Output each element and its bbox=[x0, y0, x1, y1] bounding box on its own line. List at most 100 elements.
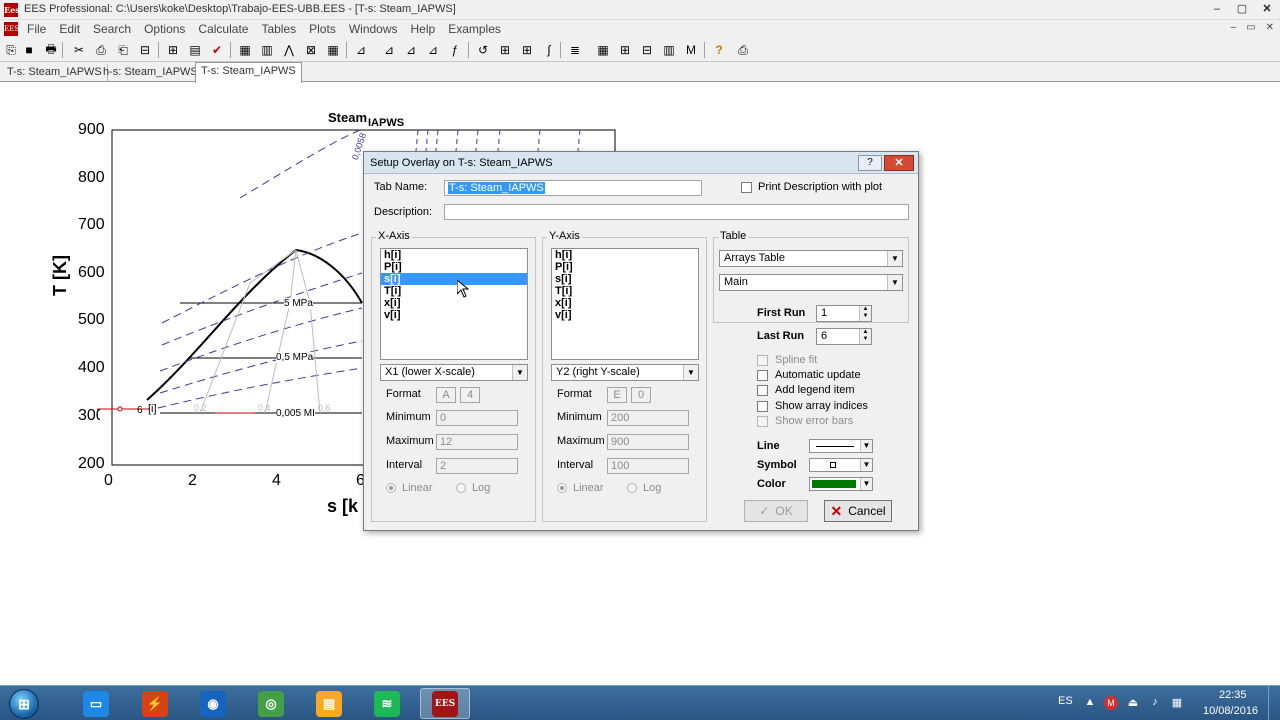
mdi-close-button[interactable]: ✕ bbox=[1266, 22, 1274, 33]
list-item[interactable]: P[i] bbox=[381, 261, 527, 273]
table-icon[interactable]: ▦ bbox=[324, 41, 342, 59]
taskbar-app-explorer[interactable]: ▤ bbox=[304, 688, 354, 719]
list-item[interactable]: h[i] bbox=[381, 249, 527, 261]
edit-plot-icon[interactable]: ⊿ bbox=[424, 41, 442, 59]
x-linear-radio[interactable] bbox=[386, 483, 396, 493]
menu-windows[interactable]: Windows bbox=[349, 22, 398, 36]
unit-conversion-icon[interactable]: ↺ bbox=[474, 41, 492, 59]
y-minimum-input[interactable]: 200 bbox=[607, 410, 689, 426]
x-format-type[interactable]: A bbox=[436, 387, 456, 403]
close-button[interactable]: ✕ bbox=[1255, 2, 1279, 18]
array-table-icon[interactable]: ⊞ bbox=[496, 41, 514, 59]
cut-icon[interactable]: ✂ bbox=[70, 41, 88, 59]
bar-chart-icon[interactable]: ▥ bbox=[660, 41, 678, 59]
parametric-table-icon[interactable]: ▥ bbox=[258, 41, 276, 59]
taskbar-app-firefox[interactable]: ◉ bbox=[188, 688, 238, 719]
menu-help[interactable]: Help bbox=[411, 22, 436, 36]
taskbar-app-chrome[interactable]: ◎ bbox=[246, 688, 296, 719]
subtable-select[interactable]: Main ▼ bbox=[719, 274, 903, 291]
first-run-input[interactable]: 1 ▲ ▼ bbox=[816, 305, 872, 322]
symbol-select[interactable]: ▼ bbox=[809, 458, 873, 472]
list-item[interactable]: x[i] bbox=[552, 297, 698, 309]
tab-hs-steam[interactable]: h-s: Steam_IAPWS bbox=[98, 64, 204, 82]
table-select[interactable]: Arrays Table ▼ bbox=[719, 250, 903, 267]
document-icon[interactable]: EES bbox=[4, 22, 19, 36]
ok-button[interactable]: ✓ OK bbox=[744, 500, 808, 522]
open-folder-icon[interactable]: ⎘ bbox=[2, 41, 20, 59]
mdi-minimize-button[interactable]: – bbox=[1231, 22, 1237, 33]
check-icon[interactable]: ✔ bbox=[208, 41, 226, 59]
x-minimum-input[interactable]: 0 bbox=[436, 410, 518, 426]
show-desktop-button[interactable] bbox=[1268, 686, 1280, 720]
grid-icon[interactable]: ▦ bbox=[594, 41, 612, 59]
automatic-update-checkbox[interactable] bbox=[757, 370, 768, 381]
usb-icon[interactable]: ⏏ bbox=[1126, 696, 1140, 710]
copy-icon[interactable]: ⎗ bbox=[114, 41, 132, 59]
help-icon[interactable]: ? bbox=[710, 41, 728, 59]
y-maximum-input[interactable]: 900 bbox=[607, 434, 689, 450]
x-maximum-input[interactable]: 12 bbox=[436, 434, 518, 450]
paste-icon[interactable]: ⎙ bbox=[92, 41, 110, 59]
list-item[interactable]: T[i] bbox=[381, 285, 527, 297]
y-linear-radio[interactable] bbox=[557, 483, 567, 493]
menu-calculate[interactable]: Calculate bbox=[198, 22, 248, 36]
menu-tables[interactable]: Tables bbox=[261, 22, 296, 36]
y-scale-select[interactable]: Y2 (right Y-scale) ▼ bbox=[551, 364, 699, 381]
menu-options[interactable]: Options bbox=[144, 22, 185, 36]
list-item[interactable]: v[i] bbox=[381, 309, 527, 321]
print-icon[interactable]: 🖶 bbox=[42, 41, 60, 59]
dialog-close-button[interactable]: ✕ bbox=[884, 155, 914, 171]
list-item[interactable]: v[i] bbox=[552, 309, 698, 321]
formatted-equations-icon[interactable]: ⊞ bbox=[164, 41, 182, 59]
list-item[interactable]: x[i] bbox=[381, 297, 527, 309]
overlay-plot-icon[interactable]: ⊿ bbox=[380, 41, 398, 59]
y-interval-input[interactable]: 100 bbox=[607, 458, 689, 474]
start-button[interactable]: ⊞ bbox=[4, 687, 44, 720]
y-format-type[interactable]: E bbox=[607, 387, 627, 403]
line-style-select[interactable]: ▼ bbox=[809, 439, 873, 453]
list-item[interactable]: s[i] bbox=[381, 273, 527, 285]
diagram-icon[interactable]: ⎙ bbox=[734, 41, 752, 59]
function-info-icon[interactable]: ƒ bbox=[446, 41, 464, 59]
report-icon[interactable]: ≣ bbox=[566, 41, 584, 59]
chart-icon[interactable]: ⊟ bbox=[638, 41, 656, 59]
menu-edit[interactable]: Edit bbox=[59, 22, 80, 36]
network-icon[interactable]: ▦ bbox=[1170, 696, 1184, 710]
description-input[interactable] bbox=[444, 204, 909, 220]
map-icon[interactable]: ⊞ bbox=[616, 41, 634, 59]
macro-icon[interactable]: M bbox=[682, 41, 700, 59]
x-log-radio[interactable] bbox=[456, 483, 466, 493]
y-axis-listbox[interactable]: h[i] P[i] s[i] T[i] x[i] v[i] bbox=[551, 248, 699, 360]
property-plot-icon[interactable]: ⊿ bbox=[402, 41, 420, 59]
x-axis-listbox[interactable]: h[i] P[i] s[i] T[i] x[i] v[i] bbox=[380, 248, 528, 360]
add-legend-checkbox[interactable] bbox=[757, 385, 768, 396]
tab-ts-steam-active[interactable]: T-s: Steam_IAPWS bbox=[195, 62, 302, 83]
maximize-button[interactable]: ▢ bbox=[1230, 2, 1254, 18]
dialog-help-button[interactable]: ? bbox=[858, 155, 882, 171]
show-hidden-icons-icon[interactable]: ▲ bbox=[1083, 696, 1097, 710]
ees-app-icon[interactable]: Ees bbox=[4, 3, 20, 17]
y-format-digits[interactable]: 0 bbox=[631, 387, 651, 403]
spinner-icon[interactable]: ▲ ▼ bbox=[859, 329, 871, 344]
taskbar-app-ees[interactable]: EES bbox=[420, 688, 470, 719]
integral-table-icon[interactable]: ∫ bbox=[540, 41, 558, 59]
print-description-checkbox[interactable] bbox=[741, 182, 752, 193]
cancel-button[interactable]: ✕ Cancel bbox=[824, 500, 892, 522]
antivirus-icon[interactable]: M bbox=[1104, 696, 1118, 710]
menu-search[interactable]: Search bbox=[93, 22, 131, 36]
lookup-table-icon[interactable]: ⊞ bbox=[518, 41, 536, 59]
clock-time[interactable]: 22:35 bbox=[1219, 689, 1247, 701]
calculator-icon[interactable]: ▦ bbox=[236, 41, 254, 59]
spinner-icon[interactable]: ▲ ▼ bbox=[859, 306, 871, 321]
new-plot-icon[interactable]: ⊿ bbox=[352, 41, 370, 59]
minimize-button[interactable]: – bbox=[1205, 2, 1229, 18]
list-item[interactable]: h[i] bbox=[552, 249, 698, 261]
taskbar-app-power-app[interactable]: ⚡ bbox=[130, 688, 180, 719]
taskbar-app-remote-desktop[interactable]: ▭ bbox=[71, 688, 121, 719]
x-format-digits[interactable]: 4 bbox=[460, 387, 480, 403]
y-log-radio[interactable] bbox=[627, 483, 637, 493]
spline-fit-checkbox[interactable] bbox=[757, 355, 768, 366]
list-item[interactable]: s[i] bbox=[552, 273, 698, 285]
menu-plots[interactable]: Plots bbox=[309, 22, 336, 36]
volume-icon[interactable]: ♪ bbox=[1148, 696, 1162, 710]
